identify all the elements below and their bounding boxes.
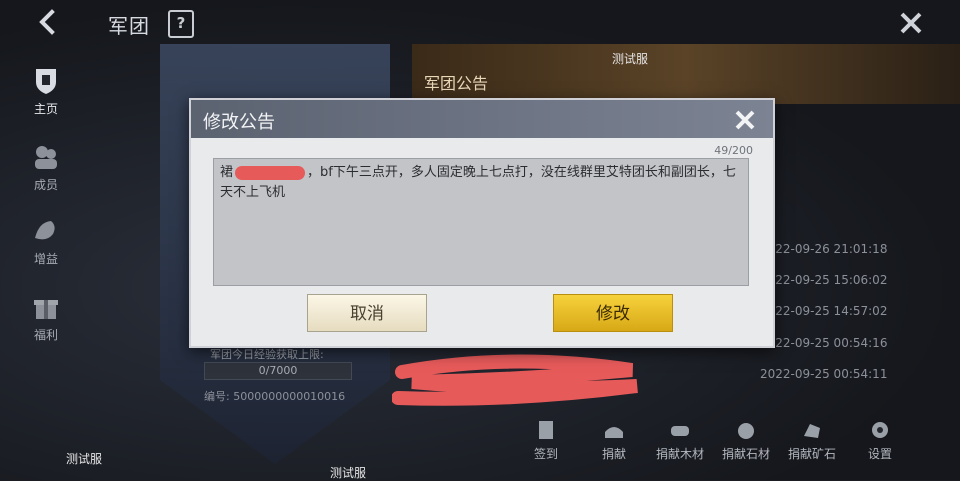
close-icon[interactable] — [731, 106, 759, 134]
donate-stone-button[interactable]: 捐献石材 — [716, 418, 776, 462]
sidebar-item-members[interactable]: 成员 — [22, 142, 70, 193]
edit-notice-dialog: 修改公告 49/200 裙，bf下午三点开，多人固定晚上七点打，没在线群里艾特团… — [189, 98, 775, 348]
cancel-button[interactable]: 取消 — [307, 294, 427, 332]
gift-icon — [34, 300, 58, 319]
log-entry: 2022-09-25 00:54:16 — [760, 336, 888, 350]
sidebar-item-buffs[interactable]: 增益 — [22, 216, 70, 267]
confirm-edit-button[interactable]: 修改 — [553, 294, 673, 332]
stone-icon — [738, 423, 754, 439]
members-icon — [35, 146, 57, 169]
shield-icon — [36, 69, 56, 94]
sidebar-item-welfare[interactable]: 福利 — [22, 292, 70, 343]
donate-wood-button[interactable]: 捐献木材 — [650, 418, 710, 462]
exp-progress-bar: 0/7000 — [204, 362, 352, 380]
notice-text-start: 裙 — [220, 165, 234, 180]
exp-limit-label: 军团今日经验获取上限: — [210, 348, 324, 361]
donate-icon — [605, 427, 623, 438]
sidebar-item-label: 成员 — [33, 178, 58, 192]
sidebar-item-label: 主页 — [33, 102, 58, 116]
dialog-header: 修改公告 — [191, 100, 773, 138]
ore-icon — [804, 424, 820, 438]
donate-ore-button[interactable]: 捐献矿石 — [782, 418, 842, 462]
server-tag: 测试服 — [612, 52, 649, 66]
log-entry: 2022-09-25 00:54:11 — [760, 367, 888, 381]
donate-button[interactable]: 捐献 — [584, 418, 644, 462]
page-title: 军团 — [108, 14, 150, 38]
guild-id: 编号: 5000000000010016 — [204, 390, 346, 403]
sidebar-item-label: 福利 — [33, 328, 58, 342]
back-arrow-icon[interactable] — [34, 8, 62, 36]
notice-textarea[interactable]: 裙，bf下午三点开，多人固定晚上七点打，没在线群里艾特团长和副团长，七天不上飞机 — [213, 158, 749, 286]
notice-title: 军团公告 — [424, 74, 489, 93]
signin-icon — [539, 421, 553, 439]
buff-icon — [35, 221, 55, 240]
close-icon[interactable] — [898, 10, 924, 36]
server-watermark: 测试服 — [330, 466, 367, 480]
wood-icon — [671, 426, 689, 436]
log-entry: 2022-09-25 15:06:02 — [760, 273, 888, 287]
help-book-icon[interactable]: ? — [168, 10, 194, 38]
notice-panel-header — [412, 44, 960, 104]
dialog-title: 修改公告 — [203, 112, 275, 133]
redaction-mark — [235, 165, 306, 180]
server-watermark: 测试服 — [66, 452, 103, 466]
log-entry: 2022-09-26 21:01:18 — [760, 242, 888, 256]
gear-icon — [872, 422, 888, 438]
char-counter: 49/200 — [714, 144, 753, 157]
sidebar-item-label: 增益 — [33, 252, 58, 266]
settings-button[interactable]: 设置 — [850, 418, 910, 462]
log-entry: 2022-09-25 14:57:02 — [760, 304, 888, 318]
signin-button[interactable]: 签到 — [516, 418, 576, 462]
sidebar-item-home[interactable]: 主页 — [22, 66, 70, 117]
redaction-scribble — [392, 354, 638, 406]
